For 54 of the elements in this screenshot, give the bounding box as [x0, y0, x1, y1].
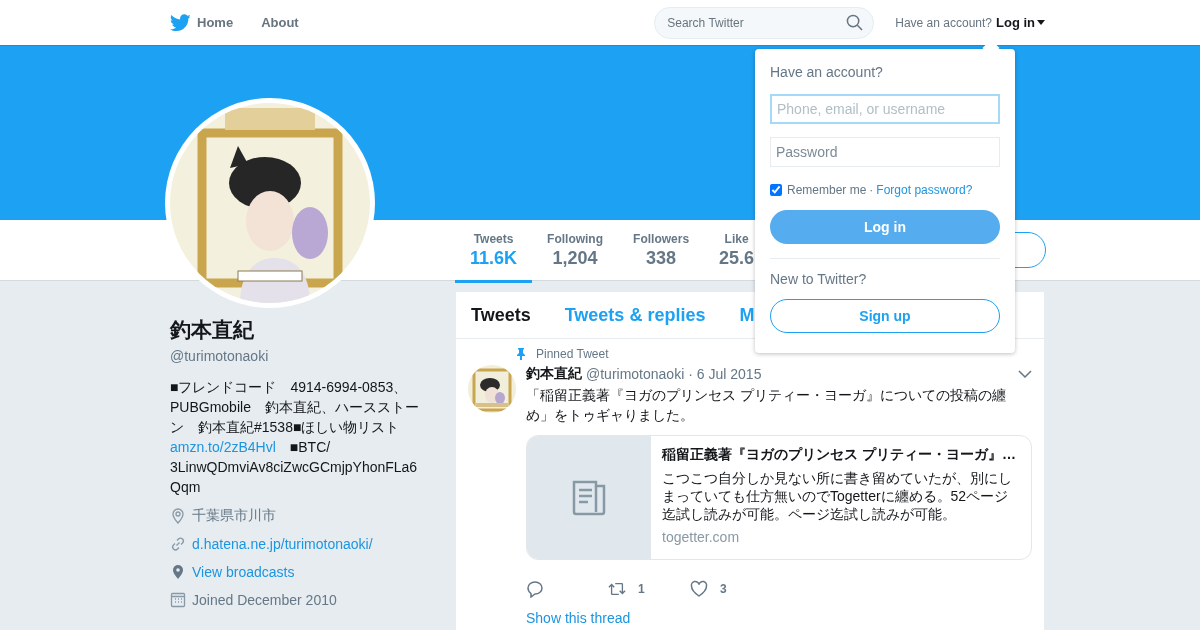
remember-label: Remember me — [787, 183, 867, 197]
search-field[interactable]: Search Twitter — [654, 6, 875, 39]
location-pin-icon — [170, 508, 186, 524]
card-title: 稲留正義著『ヨガのプリンセス プリティー・ヨーガ』… — [662, 446, 1017, 464]
separator-dot: · — [869, 183, 874, 197]
signup-prompt: New to Twitter? — [770, 271, 868, 287]
card-domain: togetter.com — [662, 529, 741, 545]
show-thread-link[interactable]: Show this thread — [526, 610, 631, 626]
link-card[interactable]: 稲留正義著『ヨガのプリンセス プリティー・ヨーガ』… こつこつ自分しか見ない所に書き留めていたが、別にしまっていても仕方無いのでTogetterに纏める。52ページ迄試し読みが可能。ページ迄試し読みが可能。 togetter.com — [526, 435, 1032, 560]
signup-button[interactable]: Sign up — [770, 299, 1000, 333]
meta-text: Joined December 2010 — [192, 592, 337, 608]
card-description: こつこつ自分しか見ない所に書き留めていたが、別にしまっていても仕方無いのでTogetterに纏める。52ページ迄試し読みが可能。ページ迄試し読みが可能。 — [662, 469, 1013, 523]
chevron-down-icon[interactable] — [1018, 370, 1032, 378]
username-field[interactable]: Phone, email, or username — [770, 94, 1000, 124]
search-icon — [846, 13, 864, 31]
timeline-tab[interactable]: Tweets — [471, 304, 531, 326]
location-pin-icon — [170, 564, 186, 580]
dropdown-heading: Have an account? — [770, 64, 884, 80]
caret-icon — [1037, 20, 1045, 25]
meta-link[interactable]: d.hatena.ne.jp/turimotonaoki/ — [192, 536, 373, 552]
remember-checkbox[interactable] — [770, 184, 782, 196]
author-handle: @turimotonaoki — [586, 366, 685, 382]
meta-link[interactable]: View broadcasts — [192, 564, 295, 580]
tweet-text: 「稲留正義著『ヨガのプリンセス プリティー・ヨーガ』についての投稿の纏め」をトゥギャりました。 — [526, 386, 1007, 425]
password-field[interactable]: Password — [770, 137, 1000, 167]
bird-icon — [170, 13, 191, 32]
pinned-label: Pinned Tweet — [536, 347, 609, 361]
reply-icon[interactable] — [526, 580, 544, 598]
tweet-date[interactable]: · 6 Jul 2015 — [688, 366, 762, 382]
profile-bio: ■フレンドコード 4914-6994-0853、PUBGmobile 釣本直紀、ハースストーン 釣本直紀#1538■ほしい物リスト amzn.to/2zB4Hvl ■BTC/ 3LinwQDmviAv8ciZwcGCmjpYhonFLa6Qqm — [170, 378, 420, 497]
stat-tab[interactable]: Following 1,204 — [532, 220, 619, 283]
timeline-tab[interactable]: M — [739, 304, 755, 326]
link-icon — [170, 536, 186, 552]
forgot-password-link[interactable]: Forgot password? — [876, 183, 973, 197]
nav-link[interactable]: Home — [170, 13, 234, 32]
calendar-icon — [170, 592, 186, 608]
action-count: 3 — [720, 582, 727, 596]
profile-name: 釣本直紀 — [170, 317, 255, 343]
heart-icon[interactable] — [690, 580, 708, 598]
bio-link[interactable]: amzn.to/2zB4Hvl — [170, 439, 276, 455]
action-count: 1 — [638, 582, 645, 596]
account-prompt: Have an account? — [895, 15, 992, 30]
meta-text: 千葉県市川市 — [192, 507, 276, 525]
stat-tab[interactable]: Tweets 11.6K — [455, 220, 533, 283]
document-icon — [571, 479, 607, 516]
pin-icon — [516, 348, 526, 360]
nav-link[interactable]: About — [261, 15, 299, 30]
profile-handle: @turimotonaoki — [170, 348, 270, 364]
stat-tab[interactable]: Followers 338 — [618, 220, 705, 283]
login-link[interactable]: Log in — [996, 15, 1045, 30]
retweet-icon[interactable] — [608, 580, 626, 598]
timeline-tab[interactable]: Tweets & replies — [564, 304, 706, 326]
login-button[interactable]: Log in — [770, 210, 1000, 244]
author-name[interactable]: 釣本直紀 — [526, 365, 582, 383]
